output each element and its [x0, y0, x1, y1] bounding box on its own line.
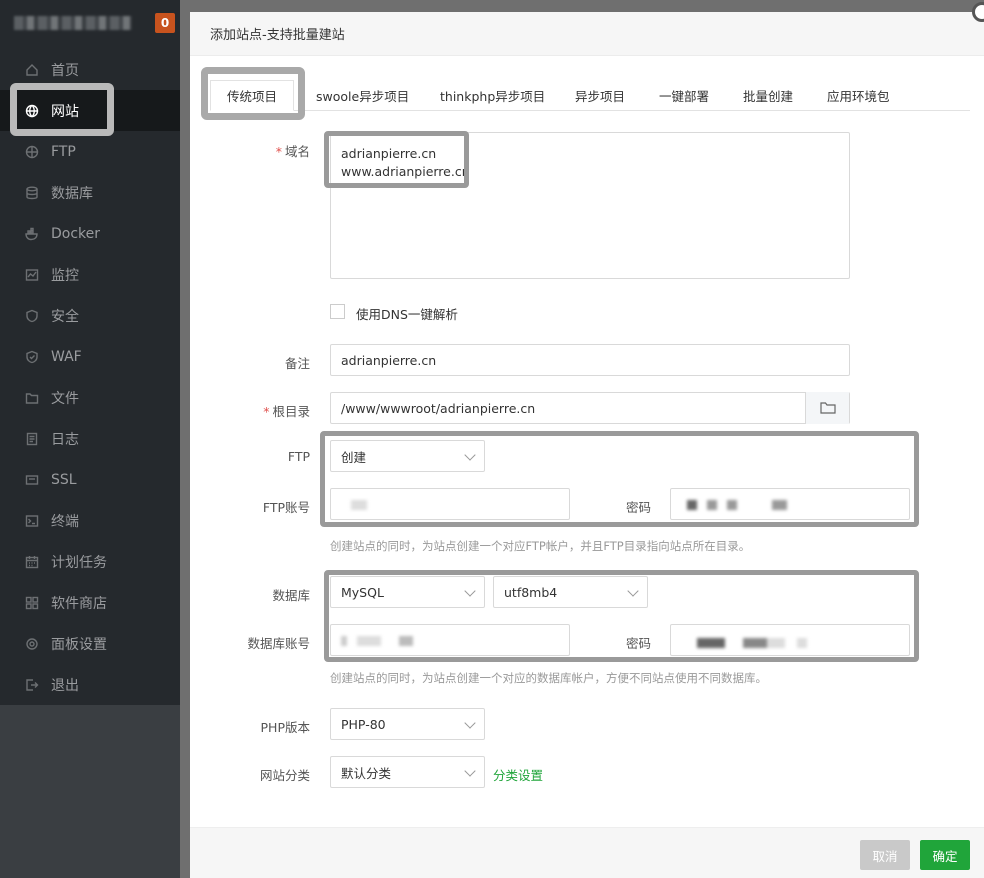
sidebar-item-label: 数据库	[51, 185, 93, 202]
sidebar-item-7[interactable]: WAF	[0, 336, 180, 377]
sidebar-footer	[0, 705, 180, 878]
remark-label: 备注	[284, 356, 310, 371]
sidebar-item-5[interactable]: 监控	[0, 254, 180, 295]
add-site-dialog: 添加站点-支持批量建站 传统项目 swoole异步项目 thinkphp异步项目…	[190, 2, 984, 878]
dialog-footer: 取消 确定	[190, 827, 984, 878]
ftp-label: FTP	[287, 449, 310, 464]
sidebar-item-12[interactable]: 计划任务	[0, 541, 180, 582]
sidebar-item-label: 软件商店	[51, 595, 107, 612]
database-icon	[24, 185, 40, 201]
highlight-tab	[201, 67, 305, 120]
sidebar-item-label: 首页	[51, 62, 79, 79]
sidebar-item-14[interactable]: 面板设置	[0, 623, 180, 664]
cancel-button[interactable]: 取消	[860, 840, 910, 870]
dns-checkbox-label: 使用DNS一键解析	[356, 307, 458, 322]
dns-checkbox[interactable]	[330, 304, 345, 319]
sidebar-item-13[interactable]: 软件商店	[0, 582, 180, 623]
sidebar-item-2[interactable]: FTP	[0, 131, 180, 172]
php-version-label: PHP版本	[260, 720, 310, 735]
sidebar-item-label: Docker	[51, 225, 101, 242]
gear-icon	[24, 636, 40, 652]
confirm-button[interactable]: 确定	[920, 840, 970, 870]
sidebar-item-label: 终端	[51, 513, 79, 530]
tab-app-env-package[interactable]: 应用环境包	[827, 80, 890, 111]
remark-value: adrianpierre.cn	[341, 352, 437, 368]
project-tabs: 传统项目 swoole异步项目 thinkphp异步项目 异步项目 一键部署 批…	[210, 80, 970, 111]
sidebar-item-11[interactable]: 终端	[0, 500, 180, 541]
site-category-select[interactable]: 默认分类	[330, 756, 485, 788]
ssl-icon	[24, 472, 40, 488]
tab-thinkphp[interactable]: thinkphp异步项目	[440, 80, 545, 111]
domain-label: * 域名	[275, 144, 310, 159]
tab-async[interactable]: 异步项目	[575, 80, 625, 111]
logo-blurred-text	[14, 16, 132, 30]
chevron-down-icon	[464, 765, 476, 777]
folder-picker-button[interactable]	[805, 392, 849, 424]
database-label: 数据库	[272, 588, 310, 603]
highlight-database	[324, 570, 919, 662]
calendar-icon	[24, 554, 40, 570]
root-label: * 根目录	[263, 404, 310, 419]
php-version-value: PHP-80	[341, 716, 386, 732]
ftp-account-label: FTP账号	[262, 500, 310, 515]
sidebar-item-label: 计划任务	[51, 554, 107, 571]
root-dir-value: /www/wwwroot/adrianpierre.cn	[341, 400, 536, 416]
waf-shield-icon	[24, 349, 40, 365]
logout-icon	[24, 677, 40, 693]
sidebar-item-label: 安全	[51, 308, 79, 325]
tab-batch-create[interactable]: 批量创建	[743, 80, 793, 111]
site-category-value: 默认分类	[341, 765, 392, 781]
log-icon	[24, 431, 40, 447]
highlight-nav-website	[10, 83, 114, 136]
sidebar-item-9[interactable]: 日志	[0, 418, 180, 459]
sidebar-item-label: 日志	[51, 431, 79, 448]
docker-icon	[24, 226, 40, 242]
highlight-domain	[324, 131, 469, 188]
home-icon	[24, 62, 40, 78]
sidebar-item-3[interactable]: 数据库	[0, 172, 180, 213]
database-hint: 创建站点的同时，为站点创建一个对应的数据库帐户，方便不同站点使用不同数据库。	[330, 671, 767, 685]
shield-icon	[24, 308, 40, 324]
chevron-down-icon	[464, 717, 476, 729]
sidebar-item-4[interactable]: Docker	[0, 213, 180, 254]
sidebar-item-label: WAF	[51, 348, 82, 365]
sidebar-item-label: SSL	[51, 471, 77, 488]
ftp-hint: 创建站点的同时，为站点创建一个对应FTP帐户，并且FTP目录指向站点所在目录。	[330, 539, 751, 553]
remark-input[interactable]: adrianpierre.cn	[330, 344, 850, 376]
sidebar-item-label: 文件	[51, 390, 79, 407]
dialog-title: 添加站点-支持批量建站	[210, 28, 345, 43]
category-settings-link[interactable]: 分类设置	[493, 765, 543, 784]
store-icon	[24, 595, 40, 611]
sidebar-item-6[interactable]: 安全	[0, 295, 180, 336]
sidebar-item-label: FTP	[51, 143, 76, 160]
database-account-label: 数据库账号	[247, 636, 310, 651]
folder-icon	[819, 402, 836, 414]
sidebar-item-label: 监控	[51, 267, 79, 284]
logo: 0	[0, 0, 180, 46]
terminal-icon	[24, 513, 40, 529]
highlight-ftp	[320, 431, 919, 527]
sidebar-item-15[interactable]: 退出	[0, 664, 180, 705]
dialog-header: 添加站点-支持批量建站	[190, 12, 984, 56]
site-category-label: 网站分类	[259, 768, 310, 783]
tab-swoole[interactable]: swoole异步项目	[316, 80, 409, 111]
notification-badge[interactable]: 0	[155, 13, 175, 33]
tab-one-click-deploy[interactable]: 一键部署	[659, 80, 709, 111]
root-dir-input[interactable]: /www/wwwroot/adrianpierre.cn	[330, 392, 850, 424]
sidebar-item-label: 退出	[51, 677, 79, 694]
ftp-icon	[24, 144, 40, 160]
sidebar-item-10[interactable]: SSL	[0, 459, 180, 500]
folder-icon	[24, 390, 40, 406]
sidebar-item-label: 面板设置	[51, 636, 107, 653]
sidebar-item-8[interactable]: 文件	[0, 377, 180, 418]
monitor-icon	[24, 267, 40, 283]
php-version-select[interactable]: PHP-80	[330, 708, 485, 740]
